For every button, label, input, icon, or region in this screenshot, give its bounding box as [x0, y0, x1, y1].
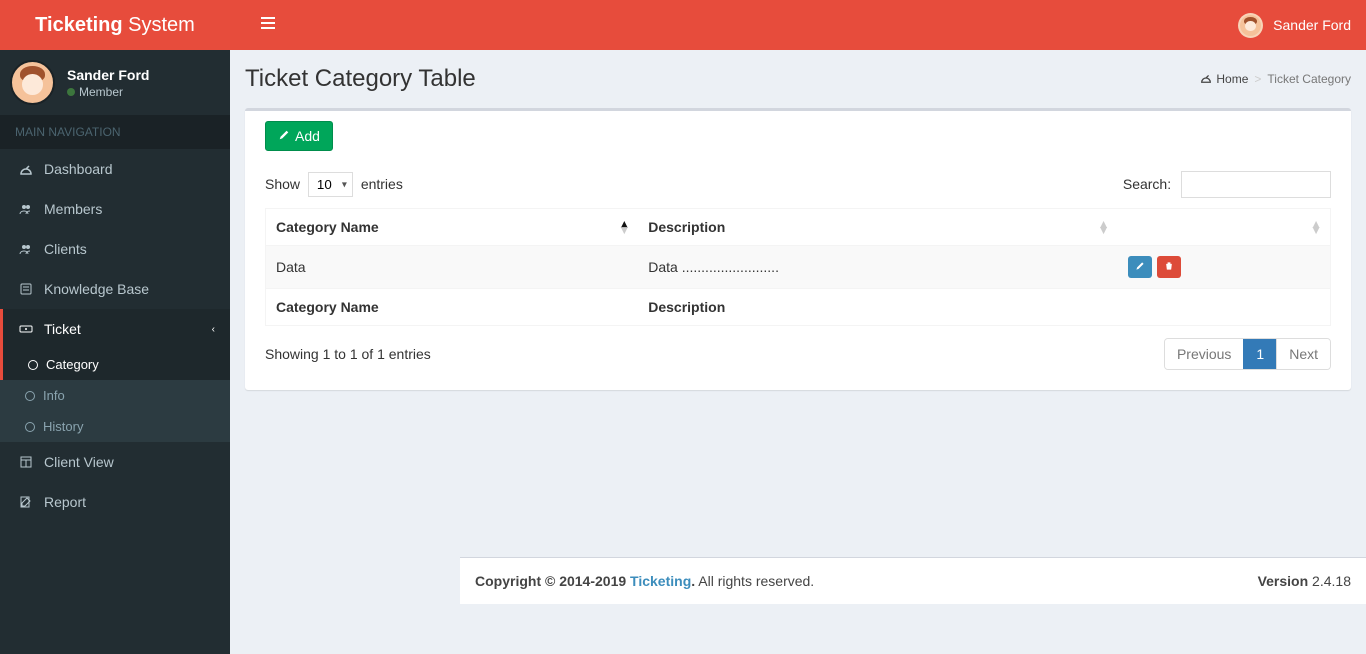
category-table: Category Name▲▼ Description▲▼ ▲▼ Data Da… [265, 208, 1331, 326]
user-panel: Sander Ford Member [0, 50, 230, 115]
col-footer-description: Description [638, 289, 1117, 326]
ticket-icon [18, 322, 34, 336]
breadcrumb-active: Ticket Category [1267, 72, 1351, 86]
sidebar-item-knowledge-base[interactable]: Knowledge Base [0, 269, 230, 309]
sort-icon: ▲▼ [618, 221, 630, 233]
page-previous[interactable]: Previous [1165, 339, 1243, 369]
sidebar-section-header: MAIN NAVIGATION [0, 115, 230, 149]
chevron-left-icon: ‹ [212, 324, 215, 335]
breadcrumb-home[interactable]: Home [1200, 72, 1248, 87]
sidebar-item-dashboard[interactable]: Dashboard [0, 149, 230, 189]
col-footer-actions [1118, 289, 1331, 326]
col-header-description[interactable]: Description▲▼ [638, 209, 1117, 246]
circle-icon [28, 360, 38, 370]
sidebar: Sander Ford Member MAIN NAVIGATION Dashb… [0, 50, 230, 654]
table-row: Data Data ......................... [266, 246, 1331, 289]
sort-icon: ▲▼ [1098, 221, 1110, 233]
circle-icon [25, 422, 35, 432]
pencil-icon [1135, 260, 1145, 274]
book-icon [18, 282, 34, 296]
footer-link[interactable]: Ticketing [630, 573, 691, 589]
pencil-icon [278, 128, 290, 144]
footer: Copyright © 2014-2019 Ticketing. All rig… [460, 557, 1366, 604]
cell-actions [1118, 246, 1331, 289]
trash-icon [1164, 260, 1174, 274]
sidebar-toggle[interactable] [245, 1, 291, 50]
sidebar-username: Sander Ford [67, 67, 149, 83]
sidebar-item-members[interactable]: Members [0, 189, 230, 229]
sidebar-item-ticket[interactable]: Ticket‹ [0, 309, 230, 349]
page-next[interactable]: Next [1276, 339, 1330, 369]
col-footer-name: Category Name [266, 289, 639, 326]
table-info: Showing 1 to 1 of 1 entries [265, 346, 431, 362]
entries-length: Show 10 entries [265, 172, 403, 197]
online-dot-icon [67, 88, 75, 96]
breadcrumb: Home > Ticket Category [1200, 72, 1351, 87]
search-input[interactable] [1181, 171, 1331, 198]
breadcrumb-separator: > [1254, 72, 1261, 86]
add-button[interactable]: Add [265, 121, 333, 151]
users-icon [18, 242, 34, 256]
user-status: Member [67, 85, 149, 99]
dashboard-icon [1200, 72, 1212, 87]
users-icon [18, 202, 34, 216]
sidebar-item-clients[interactable]: Clients [0, 229, 230, 269]
columns-icon [18, 455, 34, 469]
page-number[interactable]: 1 [1243, 339, 1276, 369]
cell-description: Data ......................... [638, 246, 1117, 289]
brand-logo[interactable]: Ticketing System [0, 0, 230, 50]
entries-select[interactable]: 10 [308, 172, 353, 197]
col-header-name[interactable]: Category Name▲▼ [266, 209, 639, 246]
edit-icon [18, 495, 34, 509]
cell-name: Data [266, 246, 639, 289]
bars-icon [260, 16, 276, 30]
sidebar-item-report[interactable]: Report [0, 482, 230, 522]
sidebar-sub-history[interactable]: History [0, 411, 230, 442]
user-menu[interactable]: Sander Ford [1238, 13, 1351, 38]
page-title: Ticket Category Table [245, 65, 476, 93]
search-box: Search: [1123, 171, 1331, 198]
col-header-actions[interactable]: ▲▼ [1118, 209, 1331, 246]
edit-button[interactable] [1128, 256, 1152, 278]
sort-icon: ▲▼ [1310, 221, 1322, 233]
sidebar-item-client-view[interactable]: Client View [0, 442, 230, 482]
delete-button[interactable] [1157, 256, 1181, 278]
circle-icon [25, 391, 35, 401]
avatar-icon [10, 60, 55, 105]
pagination: Previous 1 Next [1164, 338, 1331, 370]
content-box: Add Show 10 entries Search: [245, 108, 1351, 390]
sidebar-sub-category[interactable]: Category [0, 349, 230, 380]
avatar-icon [1238, 13, 1263, 38]
dashboard-icon [18, 162, 34, 176]
navbar-username: Sander Ford [1273, 17, 1351, 33]
sidebar-sub-info[interactable]: Info [0, 380, 230, 411]
